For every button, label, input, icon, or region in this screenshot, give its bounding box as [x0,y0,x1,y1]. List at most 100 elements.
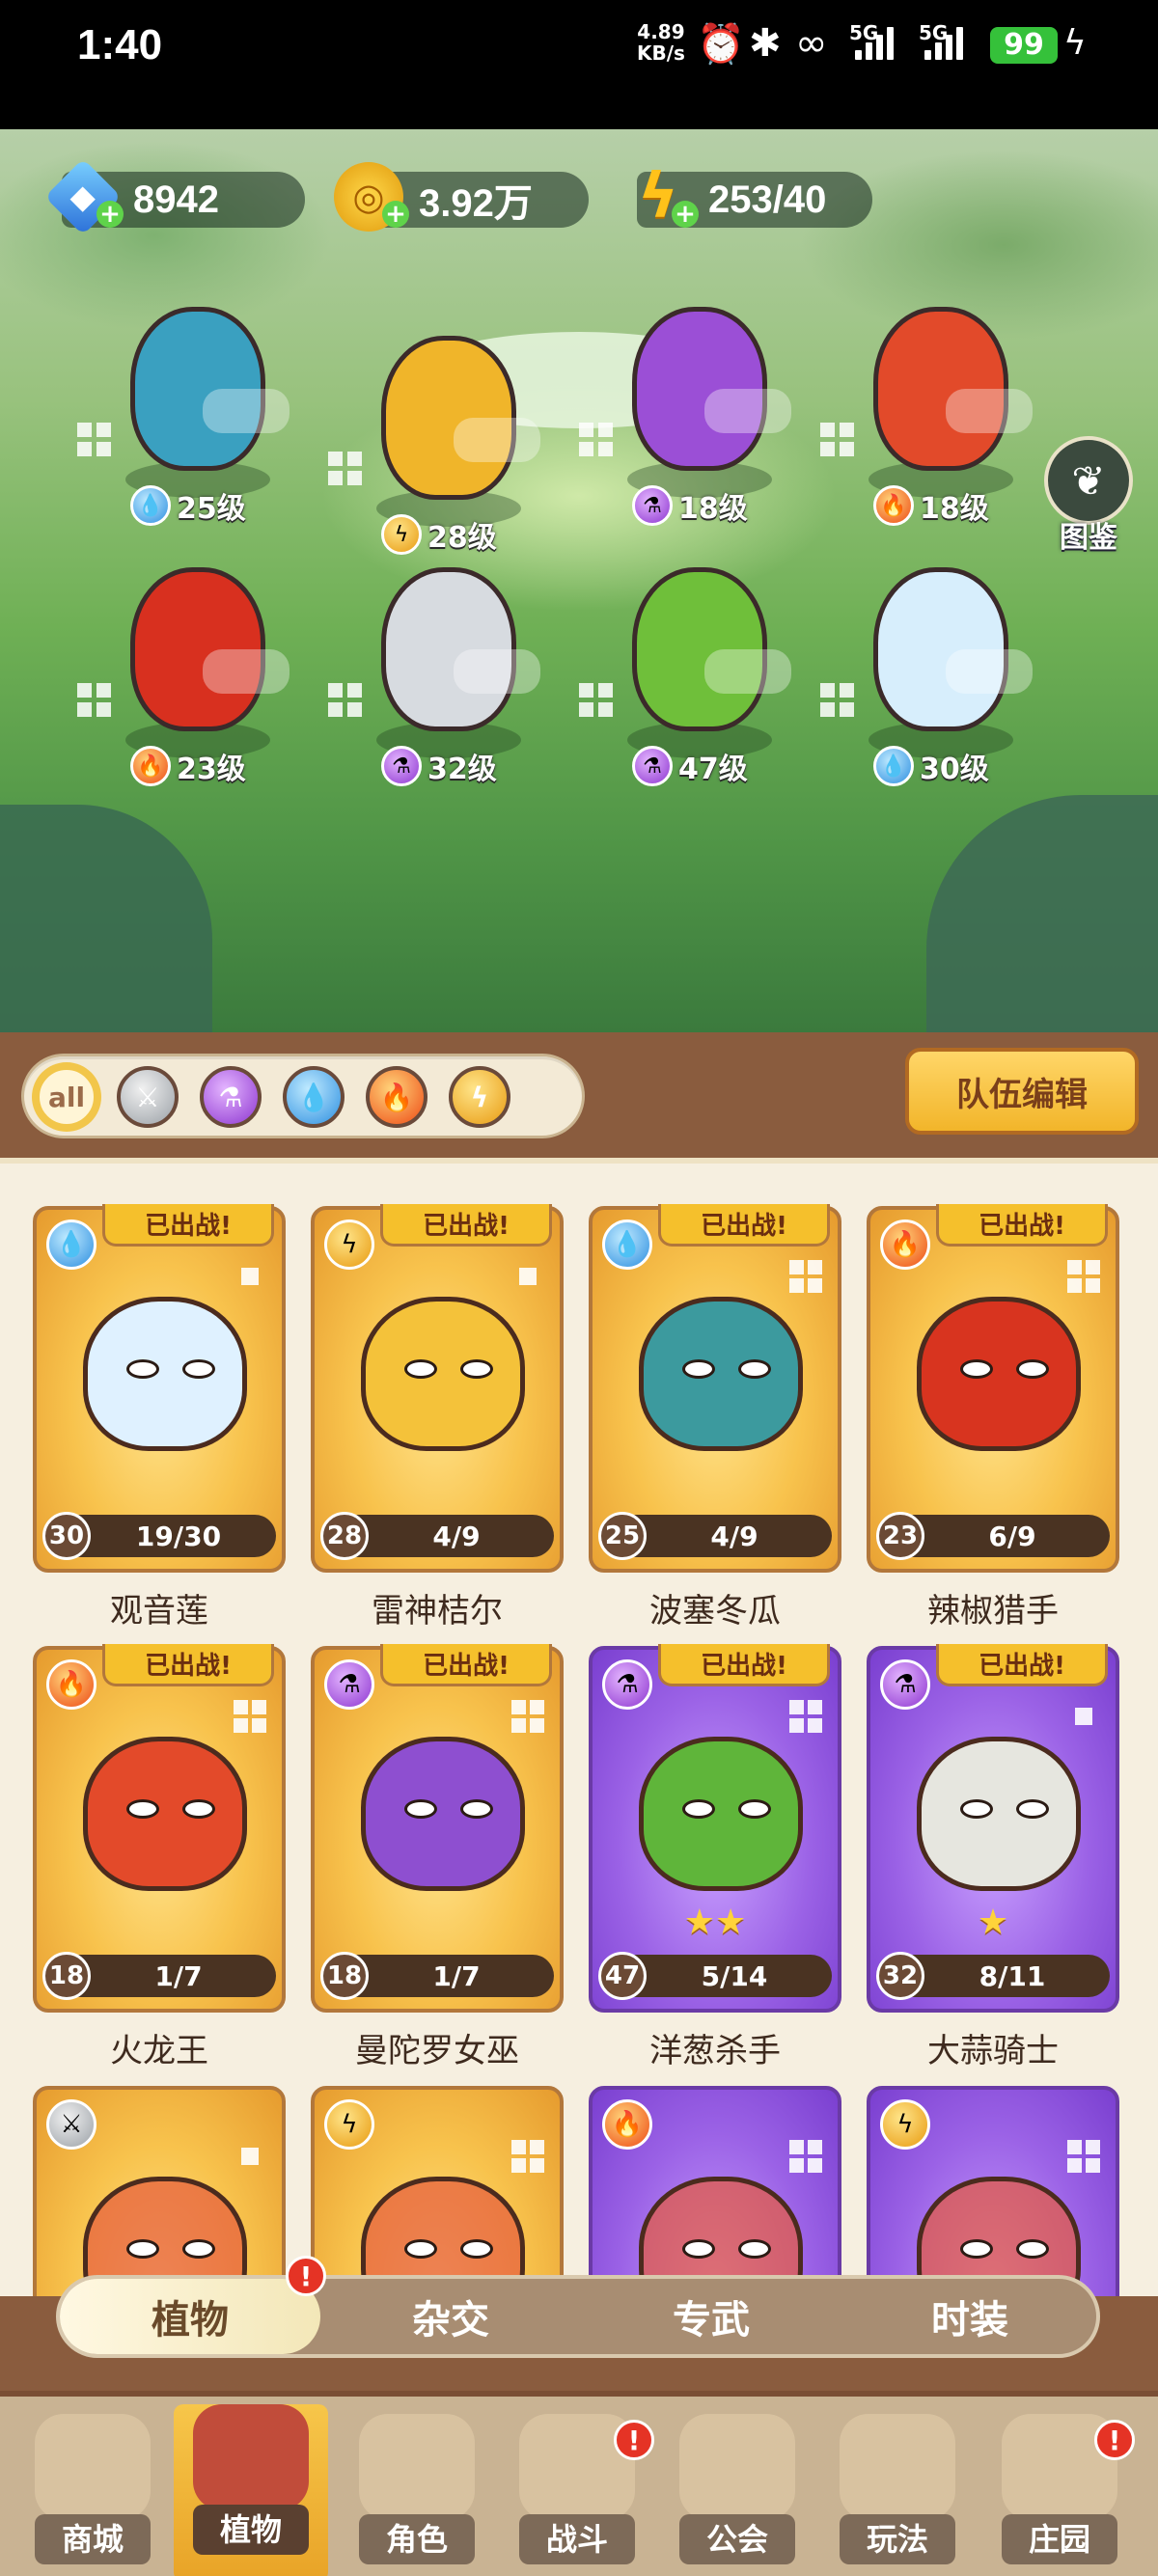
tab-exclusive-weapon[interactable]: 专武 [581,2279,841,2354]
plant-name: 洋葱杀手 [649,2032,781,2070]
formation-slot-icon [77,683,112,718]
filter-all-button[interactable]: all [36,1066,97,1128]
tab-plants[interactable]: 植物 [60,2279,320,2354]
deployed-tag: 已出战! [380,1644,552,1686]
nav-plants[interactable]: 植物 [174,2404,328,2576]
portrait-eye [1016,1359,1049,1379]
team-member[interactable]: 🔥 23级 [77,548,309,789]
portrait-eye [682,2239,715,2259]
team-member[interactable]: ⚗ 32级 [328,548,560,789]
plant-card[interactable]: ⚗ ★ 32 8/11 已出战! 大蒜骑士 [867,1644,1119,2070]
nav-gameplay-label: 玩法 [840,2514,955,2564]
left-rock [0,805,212,1032]
bluetooth-icon: ✱ [749,21,782,66]
formation-slot-icon [328,452,363,486]
level-badge: 18 [320,1952,369,2000]
nav-guild[interactable]: 公会 [660,2414,814,2576]
plant-sprite [130,307,290,471]
portrait-eye [1016,2239,1049,2259]
deployed-tag: 已出战! [936,1644,1108,1686]
filter-fire-icon[interactable]: 🔥 [366,1066,427,1128]
plant-card-partial[interactable]: ⚔ [33,2086,286,2296]
filter-steel-icon[interactable]: ⚔ [117,1066,179,1128]
water-element-icon: 💧 [873,746,914,786]
plant-card[interactable]: 💧 30 19/30 已出战! 观音莲 [33,1204,286,1631]
plant-card-partial[interactable]: ϟ [867,2086,1119,2296]
card-frame: 🔥 [589,2086,841,2296]
team-member[interactable]: 💧 30级 [820,548,1052,789]
filter-thunder-icon[interactable]: ϟ [449,1066,510,1128]
add-gem-icon[interactable]: + [96,201,124,228]
portrait-eye [682,1799,715,1819]
plant-sprite [873,567,1033,731]
card-frame: 🔥 23 6/9 [867,1206,1119,1573]
nav-gameplay[interactable]: 玩法 [820,2414,975,2576]
nav-manor-alert-badge: ! [1094,2420,1135,2460]
portrait-eye [460,1799,493,1819]
energy-counter[interactable]: ϟ + 253/40 [637,161,872,233]
level-badge: 23 [876,1512,924,1560]
portrait-eye [126,2239,159,2259]
plant-card-partial[interactable]: 🔥 [589,2086,841,2296]
coin-counter[interactable]: ◎ + 3.92万 [334,162,589,232]
thunder-element-icon: ϟ [324,2099,374,2150]
plant-sprite [130,567,290,731]
team-scene: ◆ + 8942 ◎ + 3.92万 ϟ + 253/40 ❦ 图鉴 💧 25级 ϟ… [0,129,1158,1032]
card-frame: ϟ 28 4/9 [311,1206,564,1573]
filter-all-label: all [47,1081,86,1113]
nav-shop[interactable]: 商城 [15,2414,170,2576]
water-element-icon: 💧 [130,485,171,526]
nav-character-label: 角色 [359,2514,475,2564]
card-frame: ϟ [867,2086,1119,2296]
team-edit-button[interactable]: 队伍编辑 [905,1048,1139,1135]
level-text: 32级 [427,753,497,786]
element-filter-bar: all ⚔ ⚗ 💧 🔥 ϟ [21,1054,585,1138]
plant-card[interactable]: ⚗ ★★ 47 5/14 已出战! 洋葱杀手 [589,1644,841,2070]
team-member[interactable]: ϟ 28级 [328,316,560,558]
nav-guild-label: 公会 [679,2514,795,2564]
plant-sprite [381,336,540,500]
gem-counter[interactable]: ◆ + 8942 [44,158,305,235]
formation-slot-icon [789,1260,822,1293]
team-member[interactable]: 🔥 18级 [820,288,1052,529]
plant-card[interactable]: 🔥 23 6/9 已出战! 辣椒猎手 [867,1204,1119,1631]
plant-name: 曼陀罗女巫 [355,2032,519,2070]
nav-battle-alert-badge: ! [614,2420,654,2460]
plant-card-partial[interactable]: ϟ [311,2086,564,2296]
nav-character[interactable]: 角色 [340,2414,494,2576]
level-text: 18级 [678,492,748,526]
thunder-element-icon: ϟ [880,2099,930,2150]
add-energy-icon[interactable]: + [672,201,699,228]
plant-name: 雷神桔尔 [372,1592,503,1631]
plant-card[interactable]: ⚗ 18 1/7 已出战! 曼陀罗女巫 [311,1644,564,2070]
team-member[interactable]: ⚗ 47级 [579,548,811,789]
team-member[interactable]: ⚗ 18级 [579,288,811,529]
plant-sprite [632,307,791,471]
codex-label: 图鉴 [1060,521,1117,555]
plant-card[interactable]: 💧 25 4/9 已出战! 波塞冬瓜 [589,1204,841,1631]
formation-slot-icon [1067,1260,1100,1293]
level-progress-bar: 32 8/11 [876,1952,1110,2000]
plant-card[interactable]: ϟ 28 4/9 已出战! 雷神桔尔 [311,1204,564,1631]
codex-button[interactable]: ❦ 图鉴 [1038,436,1139,555]
tab-outfit[interactable]: 时装 [840,2279,1100,2354]
card-frame: ⚗ 18 1/7 [311,1646,564,2013]
plant-name: 观音莲 [110,1592,208,1631]
plant-card[interactable]: 🔥 18 1/7 已出战! 火龙王 [33,1644,286,2070]
level-badge: 32 [876,1952,924,2000]
portrait-eye [460,1359,493,1379]
filter-water-icon[interactable]: 💧 [283,1066,345,1128]
tab-hybrid[interactable]: 杂交 [320,2279,581,2354]
steel-element-icon: ⚔ [46,2099,96,2150]
plant-sprite [381,567,540,731]
deployed-tag: 已出战! [102,1204,274,1247]
status-bar: 1:40 4.89 KB/s ⏰ ✱ ∞ 5G 5G 99 ϟ [0,0,1158,129]
level-tag: ⚗ 32级 [381,746,497,786]
thunder-element-icon: ϟ [324,1219,374,1270]
filter-poison-icon[interactable]: ⚗ [200,1066,262,1128]
add-coin-icon[interactable]: + [382,201,409,228]
game-screen: 1:40 4.89 KB/s ⏰ ✱ ∞ 5G 5G 99 ϟ ◆ + 8942… [0,0,1158,2576]
deployed-tag: 已出战! [936,1204,1108,1247]
team-member[interactable]: 💧 25级 [77,288,309,529]
formation-slot-icon [579,683,614,718]
